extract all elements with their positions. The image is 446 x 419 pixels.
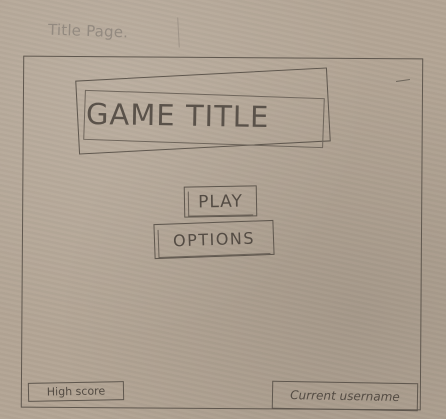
page-label: Title Page.	[47, 20, 129, 42]
high-score-label: High score	[46, 384, 106, 399]
play-label: PLAY	[197, 191, 244, 212]
current-username-panel: Current username	[271, 380, 419, 412]
options-label: OPTIONS	[172, 228, 256, 251]
options-button[interactable]: OPTIONS	[153, 219, 275, 260]
game-title: GAME TITLE	[85, 96, 270, 135]
current-username-label: Current username	[290, 388, 400, 404]
high-score-panel: High score	[27, 381, 125, 402]
label-divider	[159, 17, 180, 49]
play-button[interactable]: PLAY	[183, 185, 258, 218]
